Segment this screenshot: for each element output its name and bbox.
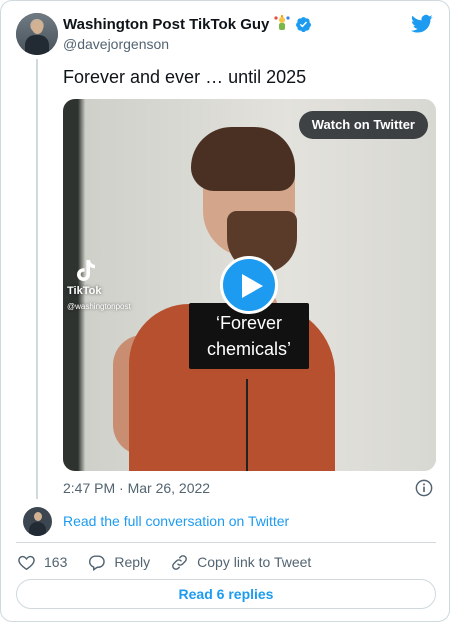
tiktok-brand-label: TikTok (67, 285, 102, 297)
video-mic-cable (246, 379, 248, 471)
info-icon[interactable] (415, 479, 433, 497)
avatar-face (32, 21, 43, 34)
tweet-card: Washington Post TikTok Guy @davejorgenso… (0, 0, 450, 622)
copy-link-label: Copy link to Tweet (197, 554, 312, 570)
like-action[interactable]: 163 (17, 553, 67, 572)
author-handle[interactable]: @davejorgenson (63, 36, 169, 52)
verified-badge-icon (296, 16, 312, 32)
like-count: 163 (44, 554, 68, 570)
copy-link-action[interactable]: Copy link to Tweet (170, 553, 311, 572)
author-display-name[interactable]: Washington Post TikTok Guy (63, 16, 269, 33)
author-avatar[interactable] (16, 13, 58, 55)
read-replies-button[interactable]: Read 6 replies (16, 579, 436, 609)
video-hair (191, 127, 295, 191)
avatar-body (25, 35, 49, 55)
heart-icon (18, 555, 35, 570)
play-icon (242, 274, 263, 298)
divider (16, 542, 436, 543)
twitter-bird-icon[interactable] (411, 14, 433, 34)
avatar-body (29, 522, 46, 536)
watch-on-twitter-button[interactable]: Watch on Twitter (298, 111, 428, 139)
tiktok-logo-icon (77, 260, 95, 281)
tweet-actions: 163 Reply Copy link to Tweet (17, 551, 331, 573)
reply-label: Reply (114, 554, 151, 570)
reply-bubble-icon (89, 554, 106, 571)
tweet-timestamp[interactable]: 2:47 PM · Mar 26, 2022 (63, 480, 210, 496)
link-icon (172, 554, 188, 570)
tiktok-username: @washingtonpost (67, 302, 131, 311)
juggler-emoji-icon (274, 15, 291, 30)
tiktok-watermark: TikTok @washingtonpost (67, 259, 131, 311)
tweet-video[interactable]: Watch on Twitter TikTok @washingtonpost … (63, 99, 436, 471)
play-button[interactable] (220, 256, 278, 314)
reply-action[interactable]: Reply (87, 553, 150, 572)
thread-line (36, 59, 38, 499)
conversation-avatar[interactable] (23, 507, 52, 536)
author-name-row: Washington Post TikTok Guy (63, 15, 312, 33)
tweet-text: Forever and ever … until 2025 (63, 67, 307, 87)
read-full-conversation-link[interactable]: Read the full conversation on Twitter (63, 513, 289, 529)
caption-line-2: chemicals’ (206, 339, 292, 359)
avatar-face (34, 512, 42, 521)
